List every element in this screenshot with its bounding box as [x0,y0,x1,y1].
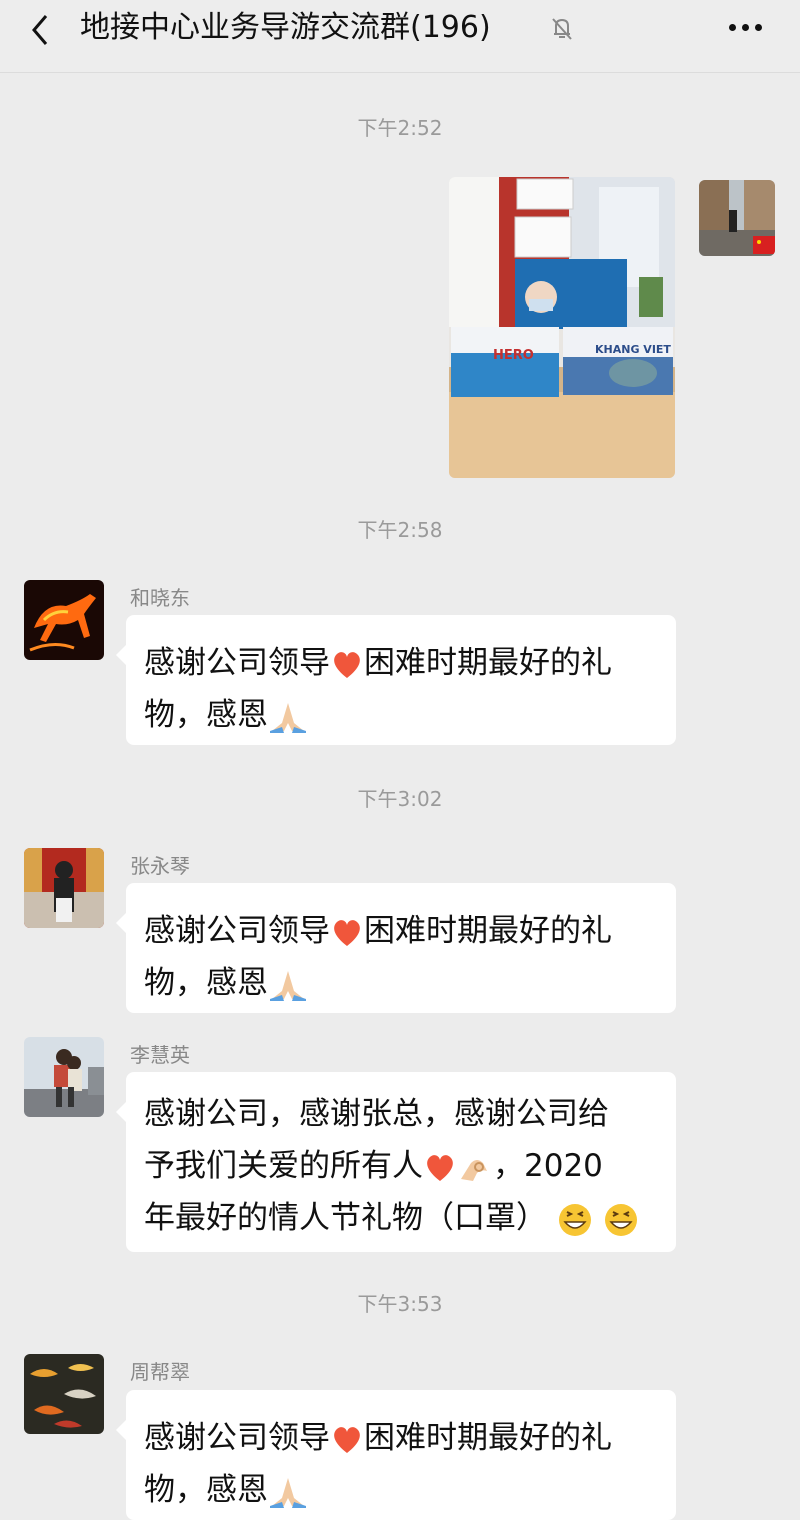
more-dot [742,24,749,31]
box-label: KHANG VIET [595,343,671,356]
message-line: 物，感恩 [144,957,658,1009]
message-text: 年最好的情人节礼物（口罩） [144,1200,547,1236]
message-line: 感谢公司领导 困难时期最好的礼 [144,637,658,689]
heart-emoji [334,651,360,678]
message-bubble[interactable]: 感谢公司，感谢张总，感谢公司给 予我们关爱的所有人 ，2020 年最好的情人节礼物… [116,1072,676,1252]
message-bubble[interactable]: 感谢公司领导 困难时期最好的礼 物，感恩 [116,883,676,1013]
avatar[interactable] [24,848,104,928]
chat-image[interactable]: HERO KHANG VIET [449,177,675,478]
message-line: 感谢公司领导 困难时期最好的礼 [144,905,658,957]
message-line: 予我们关爱的所有人 ，2020 [144,1140,658,1192]
message-text: 物，感恩 [144,1472,268,1508]
grinning-emoji [558,1203,591,1236]
timestamp: 下午3:53 [357,1292,443,1316]
timestamp: 下午2:52 [357,116,443,140]
message-text: 感谢公司领导 [144,645,330,681]
more-dot [729,24,736,31]
more-dot [755,24,762,31]
message-text: 困难时期最好的礼 [364,645,612,681]
timestamp: 下午2:58 [357,518,443,542]
folded-hands-emoji [270,702,306,733]
timestamp: 下午3:02 [357,787,443,811]
sender-name: 张永琴 [130,854,190,878]
message-line: 感谢公司领导 困难时期最好的礼 [144,1412,658,1464]
message-bubble[interactable]: 感谢公司领导 困难时期最好的礼 物，感恩 [116,615,676,745]
avatar-self[interactable] [699,180,775,256]
bell-off-icon [548,14,576,42]
message-text: 感谢公司领导 [144,1420,330,1456]
ok-hand-emoji [461,1159,487,1181]
message-line: 感谢公司，感谢张总，感谢公司给 [144,1096,609,1132]
avatar[interactable] [24,1354,104,1434]
avatar[interactable] [24,580,104,660]
folded-hands-emoji [270,1477,306,1508]
chat-title: 地接中心业务导游交流群(196) [80,10,491,45]
heart-emoji [334,1426,360,1453]
message-line: 年最好的情人节礼物（口罩） [144,1192,658,1244]
sender-name: 李慧英 [130,1043,190,1067]
back-button[interactable] [22,10,62,50]
heart-emoji [334,919,360,946]
message-line: 物，感恩 [144,689,658,741]
message-text: 困难时期最好的礼 [364,1420,612,1456]
more-button[interactable] [726,12,776,44]
message-text: 予我们关爱的所有人 [144,1148,423,1184]
chat-header: 地接中心业务导游交流群(196) [0,0,800,73]
grinning-emoji [604,1203,637,1236]
chevron-left-icon [32,15,48,45]
message-text: 物，感恩 [144,965,268,1001]
avatar[interactable] [24,1037,104,1117]
sender-name: 和晓东 [130,586,190,610]
heart-emoji [427,1154,453,1181]
sender-name: 周帮翠 [130,1360,190,1384]
folded-hands-emoji [270,970,306,1001]
message-text: 困难时期最好的礼 [364,913,612,949]
message-text: ，2020 [493,1148,603,1184]
message-text: 感谢公司领导 [144,913,330,949]
message-bubble[interactable]: 感谢公司领导 困难时期最好的礼 物，感恩 [116,1390,676,1520]
message-line: 物，感恩 [144,1464,658,1516]
message-text: 物，感恩 [144,697,268,733]
box-label: HERO [493,348,534,363]
